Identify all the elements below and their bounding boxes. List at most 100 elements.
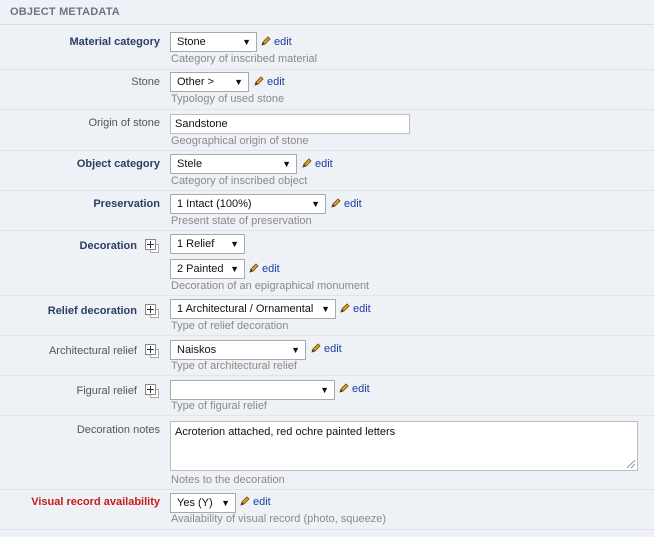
- origin-of-stone-hint: Geographical origin of stone: [171, 135, 309, 147]
- stone-value: Other >: [177, 76, 214, 88]
- visual-record-value: Yes (Y): [177, 497, 213, 509]
- architectural-relief-value: Naiskos: [177, 344, 217, 356]
- title-divider: [0, 24, 654, 25]
- chevron-down-icon: ▼: [291, 345, 300, 355]
- edit-label: edit: [267, 76, 285, 88]
- decoration-expand-icon[interactable]: [145, 239, 156, 250]
- row-divider: [0, 69, 654, 70]
- chevron-down-icon: ▼: [230, 264, 239, 274]
- pencil-icon: [302, 158, 312, 168]
- object-category-label: Object category: [76, 158, 160, 170]
- decoration-select-1[interactable]: 1 Relief ▼: [170, 234, 245, 254]
- object-category-value: Stele: [177, 158, 203, 170]
- pencil-icon: [249, 263, 259, 273]
- object-metadata-panel: OBJECT METADATA Material category Stone …: [0, 0, 654, 537]
- relief-decoration-expand-icon[interactable]: [145, 304, 156, 315]
- row-divider: [0, 295, 654, 296]
- edit-label: edit: [274, 36, 292, 48]
- stone-select[interactable]: Other > ▼: [170, 72, 249, 92]
- preservation-hint: Present state of preservation: [171, 215, 312, 227]
- row-divider: [0, 415, 654, 416]
- figural-relief-hint: Type of figural relief: [171, 400, 267, 412]
- pencil-icon: [331, 198, 341, 208]
- figural-relief-expand-icon[interactable]: [145, 384, 156, 395]
- material-category-select[interactable]: Stone ▼: [170, 32, 257, 52]
- preservation-select[interactable]: 1 Intact (100%) ▼: [170, 194, 326, 214]
- figural-relief-label: Figural relief: [76, 385, 137, 397]
- material-category-edit-link[interactable]: edit: [261, 36, 292, 48]
- architectural-relief-hint: Type of architectural relief: [171, 360, 297, 372]
- decoration-value-1: 1 Relief: [177, 238, 215, 250]
- row-divider: [0, 109, 654, 110]
- chevron-down-icon: ▼: [221, 498, 230, 508]
- chevron-down-icon: ▼: [282, 159, 291, 169]
- edit-label: edit: [344, 198, 362, 210]
- row-divider: [0, 335, 654, 336]
- visual-record-edit-link[interactable]: edit: [240, 496, 271, 508]
- object-category-select[interactable]: Stele ▼: [170, 154, 297, 174]
- decoration-select-2[interactable]: 2 Painted ▼: [170, 259, 245, 279]
- stone-label: Stone: [131, 76, 160, 88]
- preservation-edit-link[interactable]: edit: [331, 198, 362, 210]
- architectural-relief-expand-icon[interactable]: [145, 344, 156, 355]
- stone-edit-link[interactable]: edit: [254, 76, 285, 88]
- origin-of-stone-label: Origin of stone: [88, 117, 160, 129]
- resize-grip-icon[interactable]: [627, 460, 635, 468]
- relief-decoration-edit-link[interactable]: edit: [340, 303, 371, 315]
- visual-record-hint: Availability of visual record (photo, sq…: [171, 513, 387, 525]
- figural-relief-select[interactable]: ▼: [170, 380, 335, 400]
- chevron-down-icon: ▼: [234, 77, 243, 87]
- material-category-value: Stone: [177, 36, 206, 48]
- architectural-relief-select[interactable]: Naiskos ▼: [170, 340, 306, 360]
- origin-of-stone-input[interactable]: Sandstone: [170, 114, 410, 134]
- pencil-icon: [254, 76, 264, 86]
- pencil-icon: [240, 496, 250, 506]
- row-divider: [0, 150, 654, 151]
- pencil-icon: [339, 383, 349, 393]
- decoration-notes-textarea[interactable]: Acroterion attached, red ochre painted l…: [170, 421, 638, 471]
- decoration-hint: Decoration of an epigraphical monument: [171, 280, 370, 292]
- preservation-label: Preservation: [93, 198, 160, 210]
- object-category-hint: Category of inscribed object: [171, 175, 308, 187]
- edit-label: edit: [353, 303, 371, 315]
- architectural-relief-edit-link[interactable]: edit: [311, 343, 342, 355]
- row-divider: [0, 489, 654, 490]
- chevron-down-icon: ▼: [311, 199, 320, 209]
- edit-label: edit: [262, 263, 280, 275]
- edit-label: edit: [315, 158, 333, 170]
- material-category-label: Material category: [69, 36, 160, 48]
- edit-label: edit: [324, 343, 342, 355]
- edit-label: edit: [253, 496, 271, 508]
- decoration-value-2: 2 Painted: [177, 263, 224, 275]
- object-category-edit-link[interactable]: edit: [302, 158, 333, 170]
- row-divider: [0, 375, 654, 376]
- stone-hint: Typology of used stone: [171, 93, 285, 105]
- relief-decoration-label: Relief decoration: [47, 305, 137, 317]
- decoration-label: Decoration: [79, 240, 137, 252]
- chevron-down-icon: ▼: [320, 385, 329, 395]
- pencil-icon: [261, 36, 271, 46]
- chevron-down-icon: ▼: [230, 239, 239, 249]
- relief-decoration-value: 1 Architectural / Ornamental: [177, 303, 314, 315]
- decoration-notes-label: Decoration notes: [76, 424, 160, 436]
- row-divider: [0, 230, 654, 231]
- architectural-relief-label: Architectural relief: [48, 345, 137, 357]
- decoration-notes-hint: Notes to the decoration: [171, 474, 285, 486]
- row-divider: [0, 529, 654, 530]
- decoration-edit-link[interactable]: edit: [249, 263, 280, 275]
- visual-record-label: Visual record availability: [31, 496, 160, 508]
- pencil-icon: [311, 343, 321, 353]
- decoration-notes-value: Acroterion attached, red ochre painted l…: [175, 426, 396, 438]
- material-category-hint: Category of inscribed material: [171, 53, 318, 65]
- relief-decoration-hint: Type of relief decoration: [171, 320, 289, 332]
- relief-decoration-select[interactable]: 1 Architectural / Ornamental ▼: [170, 299, 336, 319]
- section-title: OBJECT METADATA: [10, 6, 120, 18]
- pencil-icon: [340, 303, 350, 313]
- chevron-down-icon: ▼: [242, 37, 251, 47]
- preservation-value: 1 Intact (100%): [177, 198, 252, 210]
- visual-record-select[interactable]: Yes (Y) ▼: [170, 493, 236, 513]
- chevron-down-icon: ▼: [321, 304, 330, 314]
- row-divider: [0, 190, 654, 191]
- figural-relief-edit-link[interactable]: edit: [339, 383, 370, 395]
- edit-label: edit: [352, 383, 370, 395]
